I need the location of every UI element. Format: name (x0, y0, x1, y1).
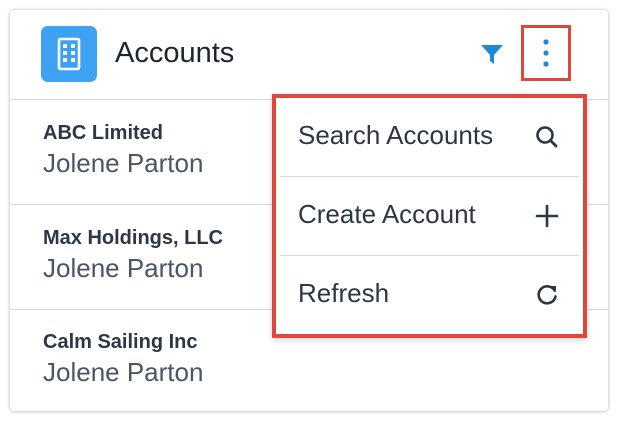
account-owner: Jolene Parton (43, 253, 204, 283)
account-name: ABC Limited (43, 122, 163, 144)
filter-icon[interactable] (479, 42, 505, 68)
more-actions-button[interactable] (521, 25, 571, 81)
search-icon (533, 123, 561, 151)
kebab-dot-icon (543, 39, 549, 45)
menu-item-refresh[interactable]: Refresh (280, 256, 579, 334)
menu-item-create-account[interactable]: Create Account (280, 177, 579, 256)
account-name: Calm Sailing Inc (43, 331, 198, 353)
refresh-icon (533, 281, 561, 309)
card-header: Accounts (10, 10, 608, 100)
page-title: Accounts (115, 37, 235, 69)
building-icon (41, 26, 97, 82)
accounts-card: Accounts ABC Limited Jolene Parton Max H… (10, 10, 608, 411)
account-name: Max Holdings, LLC (43, 227, 223, 249)
account-owner: Jolene Parton (43, 357, 204, 387)
account-owner: Jolene Parton (43, 148, 204, 178)
actions-dropdown-menu: Search Accounts Create Account Refresh (272, 94, 587, 338)
plus-icon (533, 202, 561, 230)
menu-item-label: Search Accounts (298, 120, 494, 150)
menu-item-label: Create Account (298, 199, 476, 229)
menu-item-search-accounts[interactable]: Search Accounts (280, 98, 579, 177)
menu-item-label: Refresh (298, 278, 390, 308)
